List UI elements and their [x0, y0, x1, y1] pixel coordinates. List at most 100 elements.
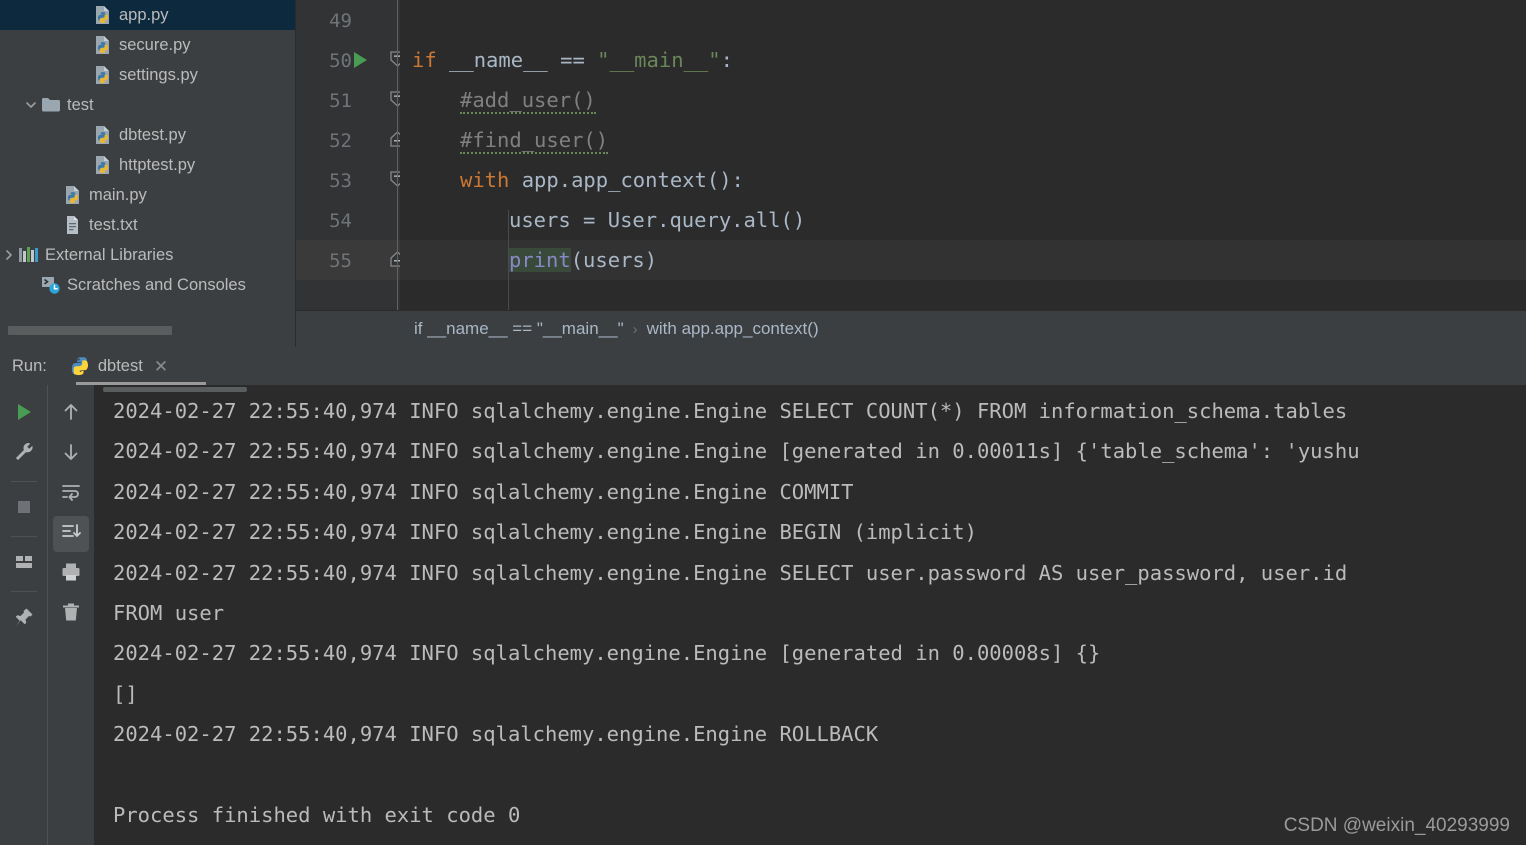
tree-item-test-txt[interactable]: test.txt	[0, 210, 295, 240]
modify-run-config-button[interactable]	[6, 436, 42, 472]
next-occurrence-button[interactable]	[53, 436, 89, 472]
run-tab-dbtest[interactable]: dbtest ✕	[67, 347, 172, 385]
tree-item-label: httptest.py	[119, 155, 196, 174]
toolbar-separator	[10, 536, 37, 537]
code-line[interactable]: if __name__ == "__main__":	[412, 48, 733, 72]
python-file-icon	[92, 5, 114, 25]
rerun-button[interactable]	[6, 396, 42, 432]
breadcrumb-item[interactable]: if __name__ == "__main__"	[414, 319, 624, 339]
chevron-down-icon[interactable]	[22, 98, 40, 112]
code-line[interactable]: print(users)	[509, 248, 657, 272]
pin-tab-button[interactable]	[6, 601, 42, 637]
editor-code-area[interactable]: if __name__ == "__main__": #add_user() #fi…	[400, 0, 1526, 310]
code-token: (users)	[570, 248, 658, 272]
run-toolbar-right	[47, 385, 94, 845]
tree-item-label: secure.py	[119, 35, 191, 54]
folder-icon	[40, 97, 62, 113]
print-button[interactable]	[53, 556, 89, 592]
tree-item-test[interactable]: test	[0, 90, 295, 120]
console-line: Process finished with exit code 0	[113, 803, 521, 827]
tree-item-label: test.txt	[89, 215, 138, 234]
breadcrumb-separator: ›	[632, 320, 638, 338]
console-line: 2024-02-27 22:55:40,974 INFO sqlalchemy.…	[113, 439, 1360, 464]
run-body: 2024-02-27 22:55:40,974 INFO sqlalchemy.…	[0, 385, 1526, 845]
stop-icon	[13, 496, 35, 523]
line-number: 51	[329, 90, 352, 112]
console-output[interactable]: 2024-02-27 22:55:40,974 INFO sqlalchemy.…	[94, 385, 1526, 845]
code-token: "__main__"	[597, 48, 721, 72]
python-file-icon	[92, 35, 114, 55]
clear-all-button[interactable]	[53, 596, 89, 632]
project-scrollbar-thumb[interactable]	[8, 326, 172, 335]
console-line: 2024-02-27 22:55:40,974 INFO sqlalchemy.…	[113, 641, 1101, 666]
arrow-up-icon	[60, 401, 82, 428]
code-token: :	[720, 48, 733, 72]
python-file-icon	[62, 185, 84, 205]
layout-settings-button[interactable]	[6, 546, 42, 582]
tree-item-label: main.py	[89, 185, 147, 204]
tree-item-label: Scratches and Consoles	[67, 275, 246, 294]
project-tree[interactable]: app.py secure.py settings.py test dbtest…	[0, 0, 295, 300]
console-line: 2024-02-27 22:55:40,974 INFO sqlalchemy.…	[113, 399, 1348, 423]
line-number: 49	[329, 10, 352, 32]
code-token: #add_user()	[460, 88, 596, 114]
tree-item-label: test	[67, 95, 94, 114]
console-scrollbar[interactable]	[103, 387, 247, 392]
scratches-icon	[40, 275, 62, 295]
run-toolbar-left	[0, 385, 47, 845]
chevron-right-icon[interactable]	[0, 248, 18, 262]
tree-item-scratches-and-consoles[interactable]: Scratches and Consoles	[0, 270, 295, 300]
tree-item-secure-py[interactable]: secure.py	[0, 30, 295, 60]
soft-wrap-button[interactable]	[53, 476, 89, 512]
console-line: 2024-02-27 22:55:40,974 INFO sqlalchemy.…	[113, 479, 854, 504]
code-line[interactable]: #find_user()	[460, 128, 609, 154]
code-token: users = User.query.all()	[509, 208, 806, 232]
printer-icon	[60, 561, 82, 588]
play-icon	[13, 401, 35, 428]
tree-item-label: dbtest.py	[119, 125, 186, 144]
python-file-icon	[92, 155, 114, 175]
stop-button[interactable]	[6, 491, 42, 527]
tree-item-dbtest-py[interactable]: dbtest.py	[0, 120, 295, 150]
breadcrumb[interactable]: if __name__ == "__main__" › with app.app_c…	[296, 310, 1526, 347]
run-tool-window: Run: dbtest ✕ 2024-02-27 22:55:40,974 IN…	[0, 347, 1526, 845]
scroll-end-icon	[60, 521, 82, 548]
code-token: app.app_context():	[509, 168, 744, 192]
code-line[interactable]: #add_user()	[460, 88, 596, 114]
indent-guide	[508, 210, 509, 310]
editor-gutter[interactable]: 49 50 51 52 53 54 55	[296, 0, 405, 310]
watermark: CSDN @weixin_40293999	[1283, 815, 1510, 836]
tree-item-httptest-py[interactable]: httptest.py	[0, 150, 295, 180]
tree-item-label: app.py	[119, 5, 169, 24]
toolbar-separator	[10, 481, 37, 482]
soft-wrap-icon	[60, 481, 82, 508]
libraries-icon	[18, 246, 40, 264]
close-icon[interactable]: ✕	[154, 358, 168, 375]
tree-item-main-py[interactable]: main.py	[0, 180, 295, 210]
code-token: if	[412, 48, 437, 72]
trash-icon	[60, 601, 82, 628]
project-tool-window: app.py secure.py settings.py test dbtest…	[0, 0, 296, 347]
pin-icon	[13, 606, 35, 633]
code-line[interactable]: users = User.query.all()	[509, 208, 805, 232]
layout-icon	[13, 551, 35, 578]
run-gutter-icon[interactable]	[354, 52, 367, 68]
code-line[interactable]: with app.app_context():	[460, 168, 744, 192]
console-line: 2024-02-27 22:55:40,974 INFO sqlalchemy.…	[113, 722, 879, 747]
text-file-icon	[62, 215, 84, 235]
run-label: Run:	[12, 356, 47, 375]
code-token: __name__ ==	[436, 48, 598, 72]
prev-occurrence-button[interactable]	[53, 396, 89, 432]
wrench-icon	[13, 441, 35, 468]
tree-item-app-py[interactable]: app.py	[0, 0, 295, 30]
console-line: []	[113, 681, 138, 706]
code-editor[interactable]: 49 50 51 52 53 54 55 if __name__ == "__mai…	[296, 0, 1526, 347]
tree-item-external-libraries[interactable]: External Libraries	[0, 240, 295, 270]
line-number: 54	[329, 210, 352, 232]
run-header: Run: dbtest ✕	[0, 347, 1526, 385]
scroll-to-end-button[interactable]	[53, 516, 89, 552]
tree-item-label: External Libraries	[45, 245, 174, 264]
tree-item-settings-py[interactable]: settings.py	[0, 60, 295, 90]
breadcrumb-item[interactable]: with app.app_context()	[647, 319, 819, 339]
line-number: 55	[329, 250, 352, 272]
